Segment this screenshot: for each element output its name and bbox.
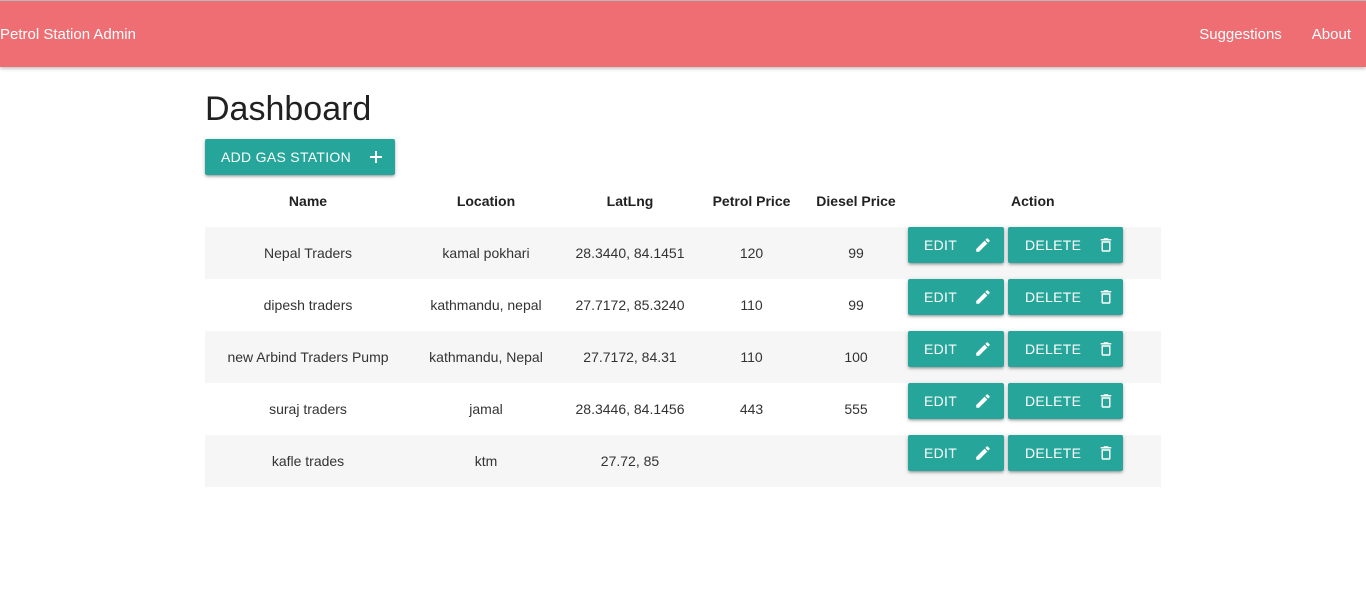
- delete-label: DELETE: [1025, 289, 1082, 305]
- cell-diesel-price: 99: [848, 297, 864, 313]
- cell-location: kathmandu, nepal: [430, 297, 542, 313]
- trash-icon: [1097, 288, 1115, 306]
- cell-latlng: 27.7172, 84.31: [561, 331, 699, 383]
- cell-latlng: 28.3440, 84.1451: [561, 227, 699, 279]
- trash-icon: [1097, 392, 1115, 410]
- col-header-name: Name: [288, 193, 328, 209]
- cell-location: ktm: [411, 435, 561, 487]
- page-title: Dashboard: [205, 90, 372, 128]
- cell-name: dipesh traders: [263, 297, 353, 313]
- edit-label: EDIT: [924, 393, 958, 409]
- top-navbar: Petrol Station Admin Suggestions About: [0, 0, 1366, 67]
- delete-label: DELETE: [1025, 341, 1082, 357]
- brand-logo[interactable]: Petrol Station Admin: [0, 1, 136, 68]
- cell-location: jamal: [469, 401, 503, 417]
- cell-petrol-price: 120: [699, 227, 804, 279]
- delete-label: DELETE: [1025, 237, 1082, 253]
- cell-diesel-price: [804, 435, 908, 487]
- cell-petrol-price: 110: [699, 331, 804, 383]
- edit-button[interactable]: EDIT: [908, 383, 1004, 419]
- cell-actions: EDIT DELETE: [908, 331, 1161, 383]
- cell-actions: EDIT DELETE: [908, 279, 1161, 331]
- cell-actions: EDIT DELETE: [908, 435, 1161, 487]
- stations-table: Name Location LatLng Petrol Price Diesel…: [205, 175, 1161, 487]
- cell-name: new Arbind Traders Pump: [205, 331, 411, 383]
- pencil-icon: [974, 392, 992, 410]
- col-header-diesel-price: Diesel Price: [816, 193, 896, 209]
- cell-actions: EDIT DELETE: [908, 383, 1161, 435]
- nav-link-about[interactable]: About: [1297, 1, 1366, 68]
- edit-button[interactable]: EDIT: [908, 435, 1004, 471]
- cell-diesel-price: 100: [804, 331, 908, 383]
- edit-button[interactable]: EDIT: [908, 331, 1004, 367]
- table-row: dipesh traders kathmandu, nepal 27.7172,…: [205, 279, 1161, 331]
- cell-latlng: 27.7172, 85.3240: [575, 297, 685, 313]
- cell-location: kamal pokhari: [411, 227, 561, 279]
- cell-petrol-price: 443: [739, 401, 764, 417]
- plus-icon: [369, 150, 383, 164]
- delete-label: DELETE: [1025, 445, 1082, 461]
- edit-label: EDIT: [924, 237, 958, 253]
- trash-icon: [1097, 444, 1115, 462]
- delete-button[interactable]: DELETE: [1008, 279, 1123, 315]
- add-gas-station-button[interactable]: ADD GAS STATION: [205, 139, 395, 175]
- table-row: kafle trades ktm 27.72, 85 EDIT DELETE: [205, 435, 1161, 487]
- cell-name: kafle trades: [205, 435, 411, 487]
- edit-label: EDIT: [924, 289, 958, 305]
- pencil-icon: [974, 236, 992, 254]
- delete-button[interactable]: DELETE: [1008, 227, 1123, 263]
- table-row: suraj traders jamal 28.3446, 84.1456 443…: [205, 383, 1161, 435]
- cell-petrol-price: [699, 435, 804, 487]
- edit-label: EDIT: [924, 341, 958, 357]
- edit-label: EDIT: [924, 445, 958, 461]
- col-header-location: Location: [456, 193, 516, 209]
- delete-button[interactable]: DELETE: [1008, 383, 1123, 419]
- pencil-icon: [974, 444, 992, 462]
- col-header-petrol-price: Petrol Price: [712, 193, 791, 209]
- cell-actions: EDIT DELETE: [908, 227, 1161, 279]
- table-row: new Arbind Traders Pump kathmandu, Nepal…: [205, 331, 1161, 383]
- table-row: Nepal Traders kamal pokhari 28.3440, 84.…: [205, 227, 1161, 279]
- col-header-action: Action: [1011, 193, 1055, 209]
- nav-links: Suggestions About: [1184, 1, 1366, 68]
- delete-button[interactable]: DELETE: [1008, 331, 1123, 367]
- add-gas-station-label: ADD GAS STATION: [221, 149, 351, 165]
- trash-icon: [1097, 236, 1115, 254]
- pencil-icon: [974, 288, 992, 306]
- delete-label: DELETE: [1025, 393, 1082, 409]
- pencil-icon: [974, 340, 992, 358]
- edit-button[interactable]: EDIT: [908, 279, 1004, 315]
- cell-latlng: 27.72, 85: [561, 435, 699, 487]
- cell-diesel-price: 99: [804, 227, 908, 279]
- trash-icon: [1097, 340, 1115, 358]
- cell-name: suraj traders: [269, 401, 347, 417]
- cell-petrol-price: 110: [740, 297, 763, 313]
- nav-link-suggestions[interactable]: Suggestions: [1184, 1, 1297, 68]
- edit-button[interactable]: EDIT: [908, 227, 1004, 263]
- col-header-latlng: LatLng: [606, 193, 654, 209]
- table-header-row: Name Location LatLng Petrol Price Diesel…: [205, 175, 1161, 227]
- delete-button[interactable]: DELETE: [1008, 435, 1123, 471]
- cell-name: Nepal Traders: [205, 227, 411, 279]
- cell-latlng: 28.3446, 84.1456: [575, 401, 685, 417]
- cell-location: kathmandu, Nepal: [411, 331, 561, 383]
- cell-diesel-price: 555: [844, 401, 868, 417]
